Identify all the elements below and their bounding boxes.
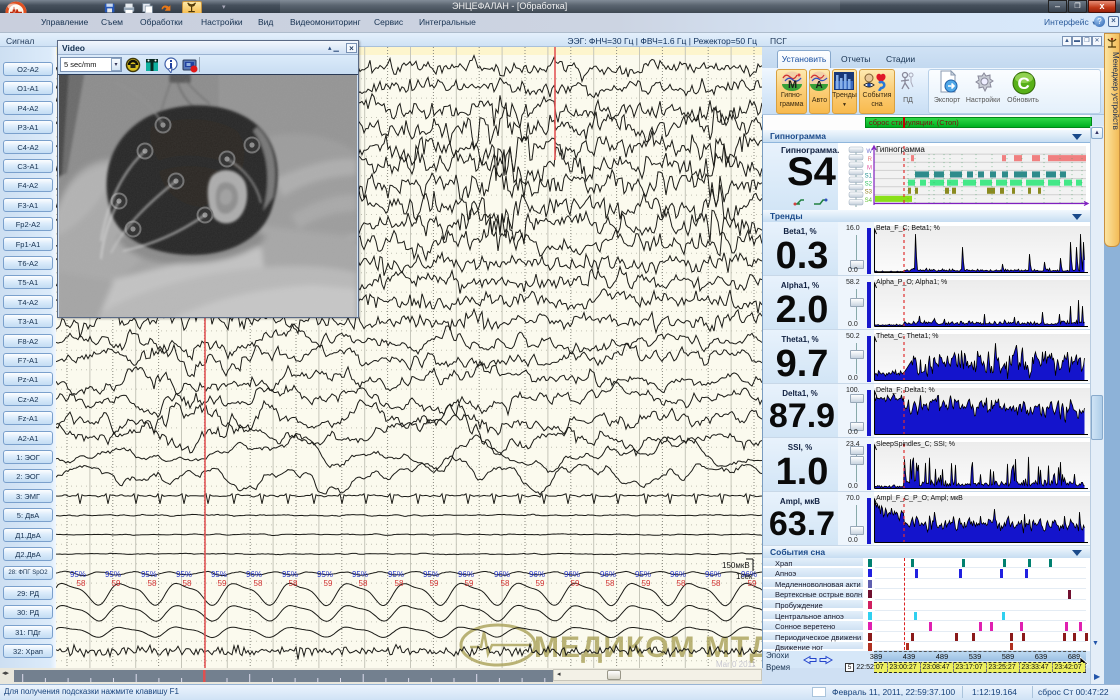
svg-text:96%: 96% — [705, 570, 721, 579]
svg-text:58: 58 — [148, 579, 157, 588]
svg-text:Гипнограмма: Гипнограмма — [876, 145, 925, 154]
svg-text:M: M — [867, 165, 872, 171]
svg-text:59: 59 — [536, 579, 545, 588]
svg-text:59: 59 — [465, 579, 474, 588]
svg-text:Mar 0 2011: Mar 0 2011 — [716, 660, 756, 668]
svg-text:95%: 95% — [105, 570, 121, 579]
svg-text:96%: 96% — [246, 570, 262, 579]
svg-text:95%: 95% — [141, 570, 157, 579]
svg-text:95%: 95% — [635, 570, 651, 579]
svg-text:95%: 95% — [176, 570, 192, 579]
svg-text:95%: 95% — [70, 570, 86, 579]
svg-text:58: 58 — [183, 579, 192, 588]
svg-text:58: 58 — [254, 579, 263, 588]
svg-text:59: 59 — [218, 579, 227, 588]
svg-text:R: R — [868, 157, 873, 163]
svg-text:96%: 96% — [564, 570, 580, 579]
svg-text:58: 58 — [289, 579, 298, 588]
svg-text:59: 59 — [324, 579, 333, 588]
svg-text:96%: 96% — [494, 570, 510, 579]
svg-text:58: 58 — [395, 579, 404, 588]
svg-text:58: 58 — [712, 579, 721, 588]
svg-text:96%: 96% — [458, 570, 474, 579]
svg-text:95%: 95% — [388, 570, 404, 579]
svg-text:59: 59 — [642, 579, 651, 588]
svg-text:96%: 96% — [670, 570, 686, 579]
svg-text:95%: 95% — [211, 570, 227, 579]
svg-text:W: W — [866, 149, 872, 155]
svg-text:S4: S4 — [865, 198, 873, 204]
svg-text:M: M — [788, 79, 797, 91]
svg-text:95%: 95% — [317, 570, 333, 579]
svg-text:S3: S3 — [865, 190, 873, 196]
svg-text:58: 58 — [606, 579, 615, 588]
svg-text:S2: S2 — [865, 182, 873, 188]
svg-text:96%: 96% — [600, 570, 616, 579]
svg-text:59: 59 — [430, 579, 439, 588]
svg-text:59: 59 — [571, 579, 580, 588]
svg-text:95%: 95% — [282, 570, 298, 579]
svg-text:59: 59 — [112, 579, 121, 588]
svg-text:58: 58 — [77, 579, 86, 588]
svg-text:150мкВ: 150мкВ — [722, 561, 750, 570]
svg-text:58: 58 — [359, 579, 368, 588]
svg-text:C: C — [1018, 74, 1030, 93]
svg-text:58: 58 — [677, 579, 686, 588]
svg-text:1сек: 1сек — [736, 572, 753, 581]
svg-text:S1: S1 — [865, 173, 873, 179]
svg-text:95%: 95% — [423, 570, 439, 579]
svg-text:96%: 96% — [529, 570, 545, 579]
svg-text:95%: 95% — [352, 570, 368, 579]
svg-text:58: 58 — [501, 579, 510, 588]
svg-text:A: A — [816, 80, 823, 91]
